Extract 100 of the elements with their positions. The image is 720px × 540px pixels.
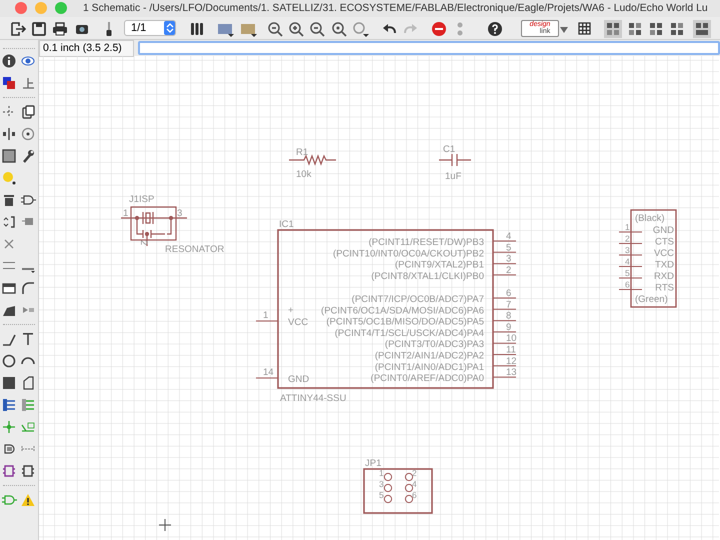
part-value: 1uF [445,171,462,182]
part-name: C1 [443,144,456,155]
trash-icon[interactable] [1,192,17,208]
pin-number: 6 [625,280,630,290]
pin-number: 9 [506,322,512,333]
zoom-fit-icon[interactable] [266,20,284,38]
command-field[interactable] [138,41,720,55]
pin-number: 5 [625,268,630,278]
pin-number: 5 [506,242,512,254]
pin-line [618,243,642,244]
pin-label: RTS [655,282,674,294]
wrench-icon[interactable] [20,148,36,164]
part-value: RESONATOR [165,244,224,255]
pin-number: 1 [379,468,384,478]
pin-number: 4 [506,231,512,242]
pin-number: 8 [506,310,512,322]
pin-line [618,289,642,290]
save-icon[interactable] [30,20,48,38]
pin-number: 11 [506,344,516,356]
add-part-icon[interactable] [1,463,17,479]
pin-label: (PCINT11/RESET/DW)PB3 [368,237,484,248]
pin-label: (PCINT10/INT0/OC0A/CKOUT)PB2 [333,248,484,260]
miter-icon[interactable] [20,280,36,296]
pin-number: 1 [123,208,128,219]
pin-number: 5 [379,490,384,500]
zoom-in-icon[interactable] [287,20,305,38]
pin-number: 6 [412,490,417,500]
pin-line [492,240,516,242]
bulb-icon[interactable] [1,170,17,186]
polarity-mark: + [288,305,294,316]
resistor-symbol [289,154,336,166]
zoom-menu-icon[interactable] [351,20,369,38]
pin-label: RXD [654,271,674,282]
layout-icon[interactable] [604,20,622,38]
print-icon[interactable] [51,20,69,38]
open-icon[interactable] [9,20,27,38]
info-icon[interactable] [1,53,17,69]
zoom-out-icon[interactable] [308,20,326,38]
pin-line [618,254,642,256]
pin-line [492,342,516,344]
pin-label: (PCINT6/OC1A/SDA/MOSI/ADC6)PA6 [321,305,484,316]
pin-number: 1 [263,310,268,321]
pin-label: TXD [655,260,674,270]
text-tool-icon[interactable] [20,331,36,347]
window-title: 1 Schematic - /Users/LFO/Documents/1. SATELLIZ/31. ECOSYSTEME/FABLAB/Electronique/Eagle/Projets/WA6 - Ludo/Echo World Lu [83,2,708,14]
pin-label: (PCINT2/AIN1/ADC2)PA2 [374,350,484,362]
pin-number: 14 [263,367,274,378]
stop-icon[interactable] [430,20,448,38]
group-icon[interactable] [1,148,17,164]
pin-number: 4 [412,479,417,489]
crosshair-icon [158,518,172,532]
part-value: ATTINY44-SSU [280,393,346,404]
pad-circle [404,494,414,504]
pin-number: 3 [379,479,384,489]
part-name: JP1 [365,458,382,469]
coordinate-display: 0.1 inch (3.5 2.5) [39,40,134,56]
net-icon[interactable] [20,397,36,413]
bus-icon[interactable] [1,397,17,413]
pin-line [492,263,516,264]
part-name: IC1 [279,219,294,230]
pin-swap-icon[interactable] [20,463,36,479]
sheet-field[interactable]: 1/1 [124,20,176,36]
pin-number: 10 [506,333,517,344]
resonator-symbol [120,206,188,247]
help-icon[interactable] [486,20,504,38]
junction-icon[interactable] [1,419,17,435]
part-name: J1ISP [129,194,154,205]
part-value: 10k [296,169,312,180]
pin-label: VCC [654,248,674,259]
wire-color-label: (Black) [635,213,665,224]
stepper-icon[interactable] [164,20,175,35]
pin-line [492,354,516,355]
replace-icon[interactable] [1,214,17,230]
pin-number: 1 [625,222,630,232]
pin-label: VCC [288,317,308,328]
pin-label: GND [652,225,674,236]
warning-icon[interactable] [20,492,36,508]
pin-line [256,320,278,322]
pin-label: CTS [655,236,674,248]
pin-label: (PCINT4/T1/SCL/USCK/ADC4)PA4 [334,328,484,339]
pad-circle [384,472,392,482]
rectangle-icon[interactable] [1,375,17,391]
header-body [363,468,433,514]
circle-icon[interactable] [1,353,17,369]
copy-icon[interactable] [20,104,36,120]
pin-number: 13 [506,367,517,378]
pin-label: (PCINT8/XTAL1/CLKI)PB0 [371,270,484,282]
pin-label: (PCINT1/AIN0/ADC1)PA1 [374,362,484,373]
wire-color-label: (Green) [635,294,668,305]
pin-line [618,266,642,267]
zoom-select-icon[interactable] [330,20,348,38]
pad-circle [404,484,414,492]
pad-circle [384,494,392,504]
pin-number: 2 [625,234,630,244]
layout-icon[interactable] [693,20,711,38]
pin-label: (PCINT3/T0/ADC3)PA3 [384,339,484,350]
pin-line [492,274,516,276]
layers-icon[interactable] [1,75,17,91]
pin-line [492,365,516,366]
mirror-icon[interactable] [1,126,17,142]
